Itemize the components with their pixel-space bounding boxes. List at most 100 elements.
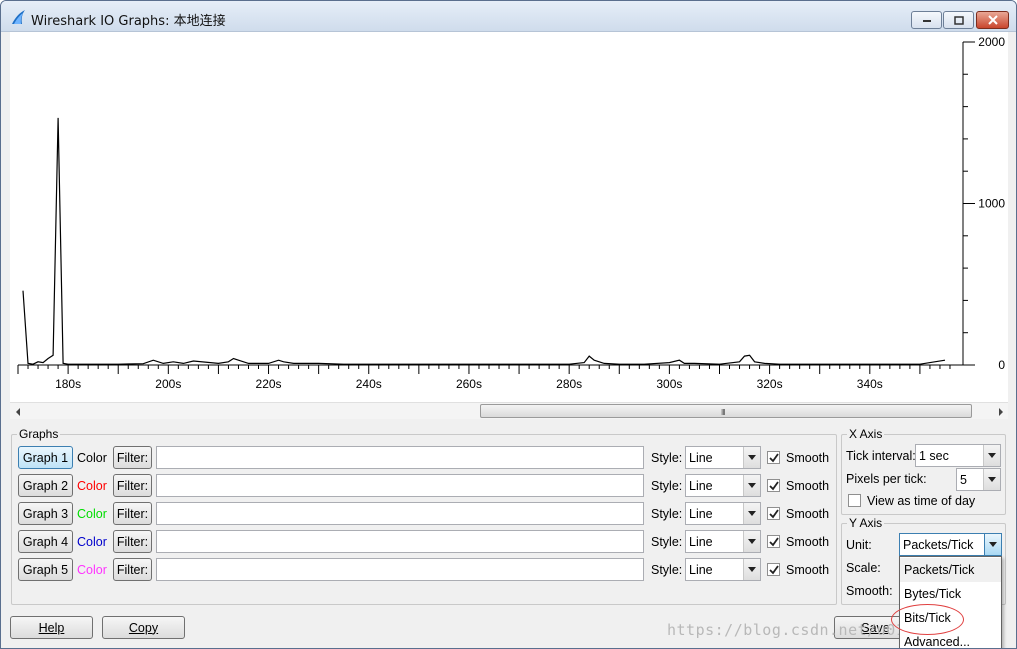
unit-option-packets[interactable]: Packets/Tick	[900, 558, 1001, 582]
tick-interval-value: 1 sec	[919, 449, 949, 463]
check-icon	[769, 509, 779, 519]
close-icon	[987, 15, 998, 25]
graph-smooth-label[interactable]: Smooth	[786, 507, 829, 521]
graph-style-dropdown-button[interactable]	[743, 559, 760, 580]
copy-button-label: Copy	[128, 620, 159, 635]
graph-name: Graph 2	[22, 478, 69, 493]
graph-filter-input[interactable]	[156, 530, 644, 553]
help-button-label: Help	[38, 620, 65, 635]
graph-smooth-checkbox[interactable]	[767, 535, 780, 548]
view-time-of-day-checkbox[interactable]	[848, 494, 861, 507]
x-tick-label: 180s	[55, 377, 81, 391]
wireshark-fin-icon	[12, 10, 25, 24]
graph-filter-button[interactable]: Filter:	[113, 558, 152, 581]
chevron-down-icon	[748, 539, 756, 544]
copy-button[interactable]: Copy	[102, 616, 185, 639]
graph-filter-input[interactable]	[156, 558, 644, 581]
x-tick-label: 320s	[757, 377, 783, 391]
minimize-button[interactable]	[911, 11, 942, 29]
scrollbar-thumb[interactable]: III	[480, 404, 972, 418]
graph-style-dropdown-button[interactable]	[743, 503, 760, 524]
tick-interval-label: Tick interval:	[846, 449, 916, 463]
io-graphs-window: Wireshark IO Graphs: 本地连接 180s 200s 220s 24…	[0, 0, 1017, 649]
y-axis-group-title: Y Axis	[847, 516, 885, 530]
graph-color-label[interactable]: Color	[77, 451, 107, 465]
graph-smooth-checkbox[interactable]	[767, 479, 780, 492]
x-axis-group-title: X Axis	[847, 427, 885, 441]
graph-smooth-checkbox[interactable]	[767, 507, 780, 520]
maximize-icon	[953, 15, 964, 25]
graph-filter-button[interactable]: Filter:	[113, 530, 152, 553]
io-graph-plot: 180s 200s 220s 240s 260s 280s 300s 320s 340s 0 100…	[10, 32, 1008, 402]
graph-color-label[interactable]: Color	[77, 479, 107, 493]
graph-smooth-label[interactable]: Smooth	[786, 535, 829, 549]
help-button[interactable]: Help	[10, 616, 93, 639]
graph-color-label[interactable]: Color	[77, 535, 107, 549]
graph-style-select[interactable]: Line	[685, 474, 761, 497]
maximize-button[interactable]	[943, 11, 974, 29]
graph-style-select[interactable]: Line	[685, 446, 761, 469]
graph-style-value: Line	[689, 507, 713, 521]
graph-style-label: Style:	[651, 535, 683, 549]
scrollbar-grip: III	[721, 408, 726, 417]
unit-option-bytes[interactable]: Bytes/Tick	[900, 582, 1001, 606]
graph-style-dropdown-button[interactable]	[743, 475, 760, 496]
graph-filter-button[interactable]: Filter:	[113, 474, 152, 497]
unit-select[interactable]: Packets/Tick	[899, 533, 1002, 556]
graph-style-dropdown-button[interactable]	[743, 447, 760, 468]
graph-filter-button-label: Filter:	[116, 534, 149, 549]
graph-style-value: Line	[689, 535, 713, 549]
chevron-down-icon	[748, 511, 756, 516]
close-button[interactable]	[976, 11, 1009, 29]
graph-toggle-button[interactable]: Graph 1	[18, 446, 73, 469]
graph-color-label[interactable]: Color	[77, 563, 107, 577]
chevron-down-icon	[989, 542, 997, 547]
graph-smooth-label[interactable]: Smooth	[786, 563, 829, 577]
graph-toggle-button[interactable]: Graph 2	[18, 474, 73, 497]
scale-label: Scale:	[846, 561, 881, 575]
chevron-down-icon	[988, 453, 996, 458]
graph-filter-input[interactable]	[156, 502, 644, 525]
chevron-down-icon	[748, 455, 756, 460]
graph-style-dropdown-button[interactable]	[743, 531, 760, 552]
unit-dropdown-list[interactable]: Packets/Tick Bytes/Tick Bits/Tick Advanc…	[899, 556, 1002, 648]
view-time-of-day-label[interactable]: View as time of day	[867, 494, 975, 508]
graph-style-select[interactable]: Line	[685, 530, 761, 553]
tick-interval-select[interactable]: 1 sec	[915, 444, 1001, 467]
graph-filter-button[interactable]: Filter:	[113, 446, 152, 469]
graph-toggle-button[interactable]: Graph 5	[18, 558, 73, 581]
graph-filter-input[interactable]	[156, 446, 644, 469]
graph-style-select[interactable]: Line	[685, 558, 761, 581]
graph-filter-button-label: Filter:	[116, 450, 149, 465]
time-scrollbar[interactable]: III	[10, 402, 1008, 419]
pixels-per-tick-dropdown-button[interactable]	[983, 469, 1000, 490]
tick-interval-dropdown-button[interactable]	[983, 445, 1000, 466]
graph-style-label: Style:	[651, 563, 683, 577]
scroll-left-icon[interactable]	[13, 407, 23, 417]
chevron-down-icon	[988, 477, 996, 482]
y-tick-label: 2000	[978, 35, 1005, 49]
graph-smooth-checkbox[interactable]	[767, 563, 780, 576]
unit-label: Unit:	[846, 538, 872, 552]
graph-smooth-label[interactable]: Smooth	[786, 479, 829, 493]
graph-smooth-label[interactable]: Smooth	[786, 451, 829, 465]
y-tick-label: 1000	[978, 197, 1005, 211]
graph-toggle-button[interactable]: Graph 3	[18, 502, 73, 525]
graph-style-value: Line	[689, 451, 713, 465]
scroll-right-icon[interactable]	[996, 407, 1006, 417]
graph-toggle-button[interactable]: Graph 4	[18, 530, 73, 553]
pixels-per-tick-value: 5	[960, 473, 967, 487]
graph-smooth-checkbox[interactable]	[767, 451, 780, 464]
graph-style-select[interactable]: Line	[685, 502, 761, 525]
series-line	[22, 117, 946, 365]
graph-style-label: Style:	[651, 451, 683, 465]
graph-filter-button[interactable]: Filter:	[113, 502, 152, 525]
graph-style-label: Style:	[651, 479, 683, 493]
graph-name: Graph 3	[22, 506, 69, 521]
x-tick-label: 220s	[256, 377, 282, 391]
graph-filter-input[interactable]	[156, 474, 644, 497]
graph-color-label[interactable]: Color	[77, 507, 107, 521]
annotation-circle	[891, 604, 964, 635]
pixels-per-tick-select[interactable]: 5	[956, 468, 1001, 491]
unit-dropdown-button[interactable]	[984, 534, 1001, 555]
